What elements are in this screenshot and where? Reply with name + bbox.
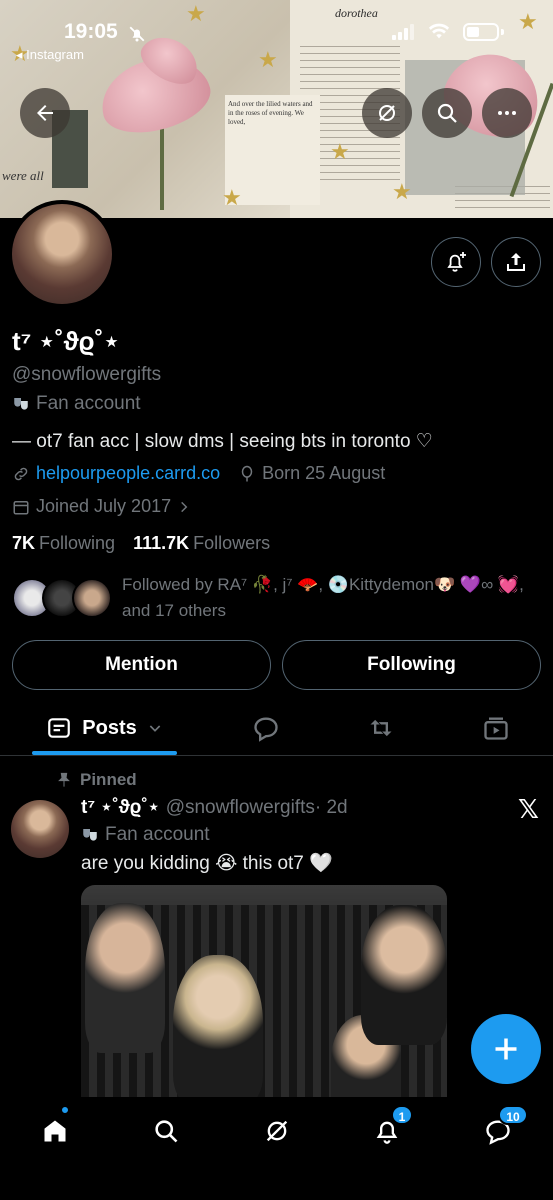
battery-tip: [501, 29, 504, 35]
followed-by-avatars: [12, 578, 122, 620]
profile-handle: @snowflowergifts: [12, 364, 162, 385]
following-stat[interactable]: 7K Following: [12, 533, 115, 554]
profile-tabs: Posts: [0, 700, 553, 756]
profile-bio: — ot7 fan acc | slow dms | seeing bts in…: [12, 431, 433, 452]
profile-link[interactable]: helpourpeople.carrd.co: [36, 463, 220, 484]
grok-icon: [379, 105, 395, 121]
bell-plus-icon: [447, 252, 466, 272]
pin-icon: [58, 772, 70, 787]
post-author-category: Fan account: [81, 824, 210, 846]
followers-count: 111.7K: [133, 533, 190, 553]
profile-avatar[interactable]: [8, 200, 116, 308]
tab-posts-label: Posts: [82, 716, 137, 739]
repost-icon: [370, 719, 392, 737]
notify-button[interactable]: [431, 237, 481, 287]
joined-label: Joined July 2017: [36, 496, 172, 516]
profile-meta-row: helpourpeople.carrd.co Born 25 August: [12, 463, 385, 484]
chevron-right-icon: [181, 501, 188, 512]
profile-name: t⁷ ⋆˚ϑϱ˚⋆: [12, 326, 120, 356]
search-icon: [155, 1120, 178, 1143]
avatar: [72, 578, 112, 618]
share-icon: [507, 253, 525, 271]
banner-left-text: were all: [2, 168, 44, 183]
messages-badge: 10: [498, 1105, 528, 1125]
grok-button[interactable]: [362, 88, 412, 138]
compose-button[interactable]: [471, 1014, 541, 1084]
post-header: t⁷ ⋆˚ϑϱ˚⋆ @snowflowergifts· 2d: [81, 796, 348, 819]
followed-by-text: Followed by RA⁷ 🥀, j⁷ 🪭, 💿Kittydemon🐶 💜∞…: [122, 575, 524, 620]
pinned-indicator: Pinned: [56, 770, 137, 790]
profile-birthday: Born 25 August: [262, 463, 386, 483]
following-button[interactable]: Following: [282, 640, 541, 690]
balloon-icon: [241, 465, 253, 481]
notifications-badge: 1: [391, 1105, 413, 1125]
bottom-navigation: 1 10: [0, 1097, 553, 1200]
avatar-image: [12, 204, 112, 304]
following-stat-label: Following: [39, 533, 116, 553]
more-icon: [498, 111, 516, 115]
chevron-down-icon: [149, 725, 160, 732]
image-person: [361, 905, 447, 1045]
tab-reposts[interactable]: [355, 700, 407, 756]
grok-icon: [266, 1120, 288, 1142]
star-icon: ★: [330, 140, 350, 165]
image-person: [85, 903, 165, 1053]
wifi-icon: [428, 23, 450, 39]
following-count: 7K: [12, 533, 36, 553]
nav-home[interactable]: [35, 1111, 75, 1151]
pinned-label: Pinned: [80, 770, 137, 789]
search-icon: [437, 103, 457, 123]
bell-off-icon: [129, 26, 145, 42]
nav-search[interactable]: [146, 1111, 186, 1151]
star-icon: ★: [392, 180, 412, 205]
more-button[interactable]: [482, 88, 532, 138]
masks-icon: [14, 398, 28, 410]
mention-button[interactable]: Mention: [12, 640, 271, 690]
post-author-avatar[interactable]: [11, 800, 69, 858]
tab-replies[interactable]: [240, 700, 292, 756]
search-button[interactable]: [422, 88, 472, 138]
posts-icon: [48, 718, 71, 738]
followed-by[interactable]: Followed by RA⁷ 🥀, j⁷ 🪭, 💿Kittydemon🐶 💜∞…: [12, 572, 547, 622]
x-logo-icon: 𝕏: [518, 795, 539, 825]
calendar-icon: [13, 500, 29, 514]
star-icon: ★: [222, 186, 242, 211]
image-person: [173, 955, 263, 1097]
followers-stat-label: Followers: [193, 533, 271, 553]
profile-category: Fan account: [12, 393, 141, 415]
back-button[interactable]: [20, 88, 70, 138]
tab-active-indicator: [32, 751, 177, 755]
share-button[interactable]: [491, 237, 541, 287]
reply-icon: [254, 717, 278, 742]
back-to-app-link[interactable]: ◂ Instagram: [16, 47, 84, 63]
status-time: 19:05: [64, 20, 118, 43]
arrow-left-icon: [37, 105, 53, 121]
status-bar: 19:05 ◂ Instagram: [0, 18, 553, 62]
profile-stats: 7K Following 111.7K Followers: [12, 533, 270, 554]
home-icon: [44, 1120, 66, 1142]
signal-icon: [392, 24, 414, 40]
followers-stat[interactable]: 111.7K Followers: [133, 533, 270, 554]
home-notification-dot: [60, 1105, 70, 1115]
media-icon: [484, 717, 508, 740]
nav-grok[interactable]: [257, 1111, 297, 1151]
post-text: are you kidding 😭 this ot7 🤍: [81, 853, 333, 874]
post-author-name[interactable]: t⁷ ⋆˚ϑϱ˚⋆: [81, 797, 160, 818]
category-label: Fan account: [36, 393, 141, 414]
post-category-label: Fan account: [105, 824, 210, 845]
plus-icon: [495, 1038, 517, 1060]
post-author-handle: @snowflowergifts: [165, 797, 315, 818]
post-image[interactable]: [81, 885, 447, 1097]
masks-icon: [83, 829, 97, 841]
banner-verse: And over the lilied waters and in the ro…: [228, 100, 313, 126]
battery-icon: [463, 23, 499, 41]
post-time: · 2d: [314, 797, 348, 818]
link-icon: [14, 467, 28, 480]
tab-media[interactable]: [470, 700, 522, 756]
tab-posts[interactable]: Posts: [32, 700, 177, 756]
profile-joined: Joined July 2017: [12, 496, 191, 517]
